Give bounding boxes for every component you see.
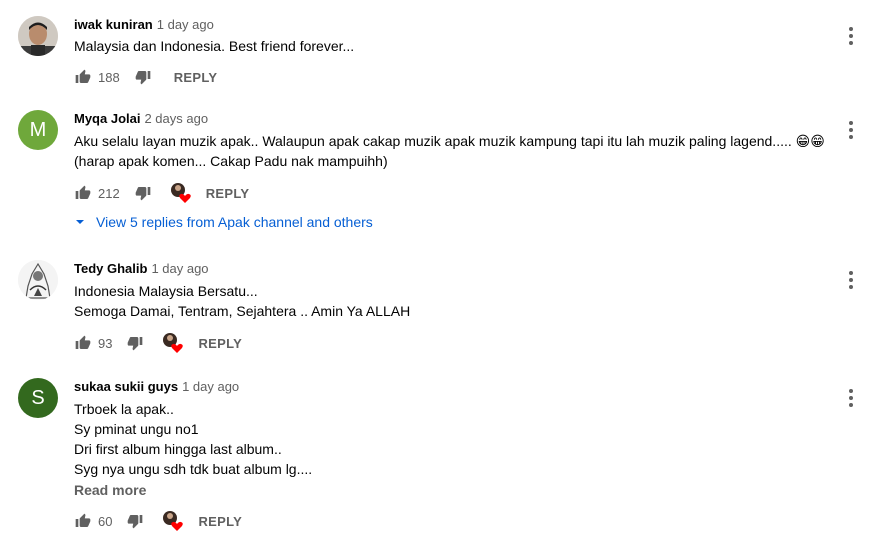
more-vert-icon[interactable]: [842, 268, 860, 292]
comment-text: Aku selalu layan muzik apak.. Walaupun a…: [74, 131, 825, 171]
avatar[interactable]: [18, 260, 58, 300]
thumb-down-icon[interactable]: [126, 334, 144, 352]
more-vert-icon[interactable]: [842, 24, 860, 48]
comment-actions: 60 REPLY: [74, 509, 242, 533]
comment-line: Dri first album hingga last album..: [74, 441, 282, 457]
more-vert-icon[interactable]: [842, 386, 860, 410]
comment-text: Trboek la apak.. Sy pminat ungu no1 Dri …: [74, 399, 312, 479]
view-replies-button[interactable]: View 5 replies from Apak channel and oth…: [74, 214, 373, 230]
comment-line: Aku selalu layan muzik apak.. Walaupun a…: [74, 133, 825, 149]
avatar-letter: M: [29, 118, 47, 141]
author-name[interactable]: Myqa Jolai: [74, 111, 140, 126]
author-name[interactable]: Tedy Ghalib: [74, 261, 147, 276]
thumb-up-icon[interactable]: [74, 512, 92, 530]
view-replies-label: View 5 replies from Apak channel and oth…: [96, 214, 373, 230]
comment-timestamp[interactable]: 1 day ago: [157, 17, 214, 32]
comment-timestamp[interactable]: 2 days ago: [144, 111, 208, 126]
thumb-up-icon[interactable]: [74, 184, 92, 202]
avatar[interactable]: S: [18, 378, 58, 418]
comment-line: Trboek la apak..: [74, 401, 174, 417]
more-vert-icon[interactable]: [842, 118, 860, 142]
comment-line: Syg nya ungu sdh tdk buat album lg....: [74, 461, 313, 477]
reply-button[interactable]: REPLY: [198, 336, 242, 351]
reply-button[interactable]: REPLY: [206, 186, 250, 201]
like-count: 93: [98, 335, 113, 351]
thumb-down-icon[interactable]: [134, 184, 152, 202]
comment-timestamp[interactable]: 1 day ago: [182, 379, 239, 394]
comment-timestamp[interactable]: 1 day ago: [151, 261, 208, 276]
author-name[interactable]: sukaa sukii guys: [74, 379, 178, 394]
creator-heart-icon[interactable]: [162, 332, 184, 354]
thumb-down-icon[interactable]: [126, 512, 144, 530]
avatar[interactable]: [18, 16, 58, 56]
reply-button[interactable]: REPLY: [198, 514, 242, 529]
read-more-button[interactable]: Read more: [74, 482, 146, 498]
chevron-down-icon: [76, 220, 84, 224]
comment-line: (harap apak komen... Cakap Padu nak mamp…: [74, 153, 388, 169]
like-count: 212: [98, 185, 120, 201]
thumb-up-icon[interactable]: [74, 68, 92, 86]
reply-button[interactable]: REPLY: [174, 70, 218, 85]
comment-line: Indonesia Malaysia Bersatu...: [74, 283, 258, 299]
like-count: 60: [98, 513, 113, 529]
like-count: 188: [98, 69, 120, 85]
avatar-letter: S: [31, 386, 45, 409]
comment-text: Indonesia Malaysia Bersatu... Semoga Dam…: [74, 281, 410, 321]
comment-line: Semoga Damai, Tentram, Sejahtera .. Amin…: [74, 303, 411, 319]
comment-line: Malaysia dan Indonesia. Best friend fore…: [74, 38, 355, 54]
thumb-up-icon[interactable]: [74, 334, 92, 352]
author-name[interactable]: iwak kuniran: [74, 17, 153, 32]
comment-actions: 188 REPLY: [74, 65, 217, 89]
comment-actions: 212 REPLY: [74, 181, 249, 205]
comment-text: Malaysia dan Indonesia. Best friend fore…: [74, 36, 354, 56]
creator-heart-icon[interactable]: [170, 182, 192, 204]
sketch-avatar-icon: [18, 260, 58, 300]
user-photo-icon: [18, 16, 58, 56]
avatar[interactable]: M: [18, 110, 58, 150]
comment-actions: 93 REPLY: [74, 331, 242, 355]
comment-line: Sy pminat ungu no1: [74, 421, 199, 437]
thumb-down-icon[interactable]: [134, 68, 152, 86]
